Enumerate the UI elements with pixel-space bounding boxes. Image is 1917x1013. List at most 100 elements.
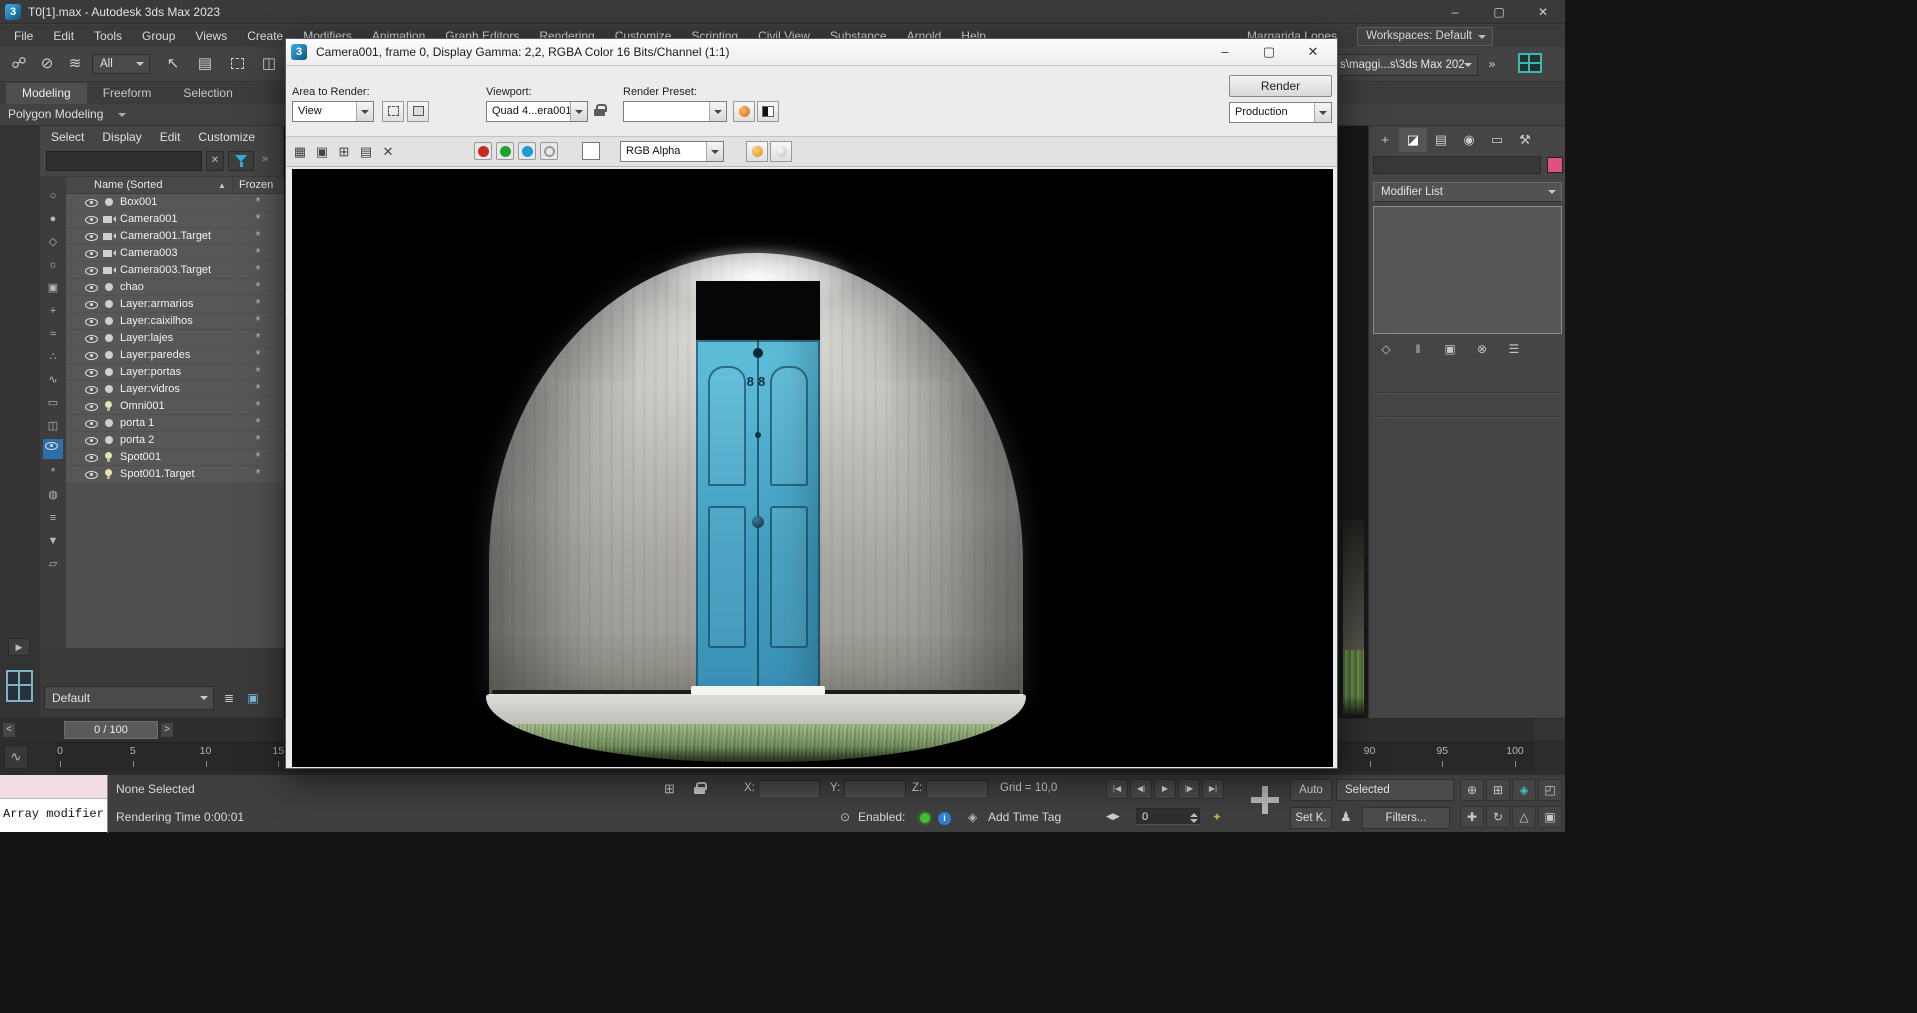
frozen-icon[interactable]: * [232,246,284,259]
previous-frame-button[interactable]: ◀| [1130,779,1152,799]
workspaces-dropdown[interactable]: Workspaces: Default [1357,27,1493,46]
go-to-start-button[interactable]: |◀ [1106,779,1128,799]
eye-icon[interactable] [84,434,99,447]
zoom-region-icon[interactable]: ◰ [1538,779,1562,801]
explorer-column-header[interactable]: Name (Sorted Ascending) ▲ Frozen [66,176,284,207]
motion-tab[interactable]: ◉ [1455,128,1483,152]
eye-icon[interactable] [84,400,99,413]
clear-search-icon[interactable]: ✕ [206,151,224,171]
explorer-row[interactable]: Layer:portas * [66,364,284,381]
menu-group[interactable]: Group [132,25,185,47]
explorer-row[interactable]: Layer:lajes * [66,330,284,347]
filter-funnel-icon[interactable] [228,151,254,171]
modifier-stack[interactable] [1373,206,1562,334]
frozen-icon[interactable]: * [232,280,284,293]
render-button[interactable]: Render [1229,75,1332,97]
edit-region-icon[interactable] [382,101,404,122]
layers-stack-icon[interactable]: ≣ [218,688,240,708]
filter-spacewarps-icon[interactable]: ≈ [43,324,63,344]
listener-line[interactable]: Array modifier [0,799,107,832]
next-frame-arrow[interactable]: > [160,722,174,738]
hierarchy-tab[interactable]: ▤ [1427,128,1455,152]
ribbon-tab-freeform[interactable]: Freeform [87,83,168,104]
close-button[interactable]: ✕ [1521,0,1565,24]
select-object-icon[interactable]: ↖ [160,51,186,77]
auto-key-button[interactable]: Auto [1290,779,1332,801]
selection-filter-dropdown[interactable]: All [92,54,150,74]
frozen-icon[interactable]: * [232,399,284,412]
frozen-icon[interactable]: * [232,195,284,208]
environment-icon[interactable] [757,101,779,122]
configure-modifier-sets-icon[interactable]: ☰ [1505,340,1523,358]
filter-shapes-icon[interactable]: ◇ [43,232,63,252]
maximize-button[interactable]: ▢ [1477,0,1521,24]
frozen-icon[interactable]: * [232,229,284,242]
frozen-icon[interactable]: * [232,416,284,429]
selection-lock-icon[interactable] [694,782,707,795]
explorer-row[interactable]: Box001 * [66,194,284,211]
explorer-menu-customize[interactable]: Customize [189,126,264,148]
frame-spinner-arrows-icon[interactable]: ◀▶ [1106,811,1120,822]
layers-default-dropdown[interactable]: Default [44,686,214,710]
create-tab[interactable]: + [1371,128,1399,152]
explorer-row[interactable]: Camera001 * [66,211,284,228]
rectangular-selection-icon[interactable] [224,51,250,77]
unlink-selection-icon[interactable]: ⊘ [34,51,60,77]
channel-display-dropdown[interactable]: RGB Alpha [620,141,724,162]
ribbon-tab-selection[interactable]: Selection [167,83,248,104]
render-window-titlebar[interactable]: Camera001, frame 0, Display Gamma: 2,2, … [286,39,1337,66]
frozen-icon[interactable]: * [232,450,284,463]
selected-set-dropdown[interactable]: Selected [1336,779,1454,801]
frozen-icon[interactable]: * [232,348,284,361]
alpha-channel-swatch[interactable] [582,142,600,160]
zoom-extents-icon[interactable]: ◈ [1512,779,1536,801]
go-to-end-button[interactable]: ▶| [1202,779,1224,799]
key-filters-button[interactable]: Filters... [1362,807,1450,829]
menu-edit[interactable]: Edit [43,25,84,47]
ribbon-section-label[interactable]: Polygon Modeling [8,107,103,121]
modify-tab[interactable]: ◪ [1399,128,1427,152]
filter-containers-icon[interactable]: ▭ [43,393,63,413]
eye-icon[interactable] [84,213,99,226]
info-icon[interactable] [938,812,951,825]
viewport-quad-layout-icon[interactable] [6,670,33,702]
eye-icon[interactable] [84,468,99,481]
eye-icon[interactable] [84,264,99,277]
orbit-icon[interactable]: ↻ [1486,806,1510,828]
frozen-icon[interactable]: * [232,331,284,344]
explorer-row[interactable]: Layer:armarios * [66,296,284,313]
add-time-tag[interactable]: Add Time Tag [988,810,1061,824]
time-slider-handle[interactable]: 0 / 100 [64,721,158,739]
object-color-swatch[interactable] [1547,157,1563,173]
red-channel-icon[interactable] [474,142,492,160]
clone-window-icon[interactable]: ⊞ [334,141,354,163]
show-end-result-icon[interactable]: ‖ [1409,340,1427,358]
menu-views[interactable]: Views [185,25,237,47]
frozen-icon[interactable]: * [232,433,284,446]
blue-channel-icon[interactable] [518,142,536,160]
render-setup-icon[interactable] [733,101,755,122]
copy-image-icon[interactable]: ▣ [312,141,332,163]
filter-bones-icon[interactable]: ∿ [43,370,63,390]
filter-geometry-icon[interactable]: ● [43,209,63,229]
gear-icon[interactable]: ⊙ [840,810,850,824]
macro-recorder-line[interactable] [0,775,107,799]
explorer-row[interactable]: Camera001.Target * [66,228,284,245]
set-keys-cross-icon[interactable] [1247,780,1283,820]
filter-materials-icon[interactable]: ◍ [43,485,63,505]
transform-typein-mode-icon[interactable]: ⊞ [664,781,675,797]
character-figure-icon[interactable]: ♟ [1340,809,1352,825]
filter-particles-icon[interactable]: ∴ [43,347,63,367]
auto-region-icon[interactable] [407,101,429,122]
window-crossing-icon[interactable]: ◫ [256,51,282,77]
lock-viewport-icon[interactable] [594,104,607,117]
pan-icon[interactable]: ✚ [1460,806,1484,828]
swatch-toggle-icon[interactable] [770,141,792,162]
eye-icon[interactable] [84,417,99,430]
explorer-row[interactable]: Layer:caixilhos * [66,313,284,330]
column-name[interactable]: Name (Sorted Ascending) [66,177,218,207]
zoom-icon[interactable]: ⊕ [1460,779,1484,801]
eye-icon[interactable] [84,315,99,328]
x-coordinate-field[interactable] [758,780,820,797]
select-and-link-icon[interactable]: ☍ [6,51,32,77]
